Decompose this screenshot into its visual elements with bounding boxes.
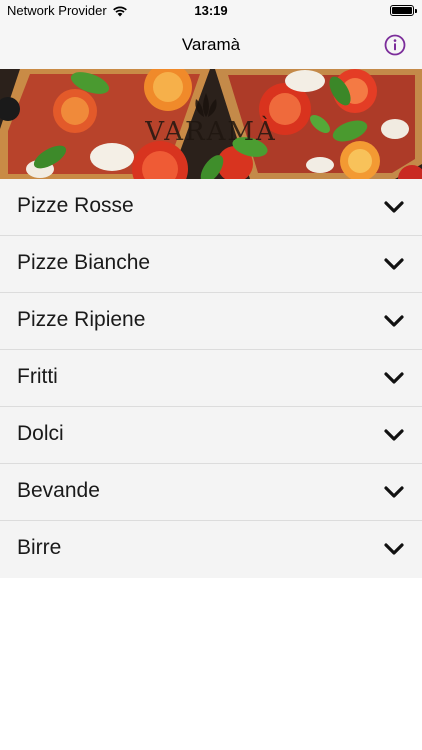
menu-category-list: Pizze Rosse Pizze Bianche Pizze Ripiene …: [0, 179, 422, 578]
menu-item-fritti[interactable]: Fritti: [0, 350, 422, 407]
menu-item-label: Pizze Bianche: [17, 251, 151, 274]
menu-item-dolci[interactable]: Dolci: [0, 407, 422, 464]
brand-logo: VARAMÀ: [0, 117, 422, 147]
battery-icon: [390, 5, 417, 16]
hero-banner: VARAMÀ: [0, 69, 422, 179]
chevron-down-icon[interactable]: [384, 428, 404, 442]
info-icon[interactable]: [384, 34, 406, 56]
chevron-down-icon[interactable]: [384, 485, 404, 499]
status-time: 13:19: [194, 3, 228, 18]
chevron-down-icon[interactable]: [384, 371, 404, 385]
menu-item-birre[interactable]: Birre: [0, 521, 422, 578]
menu-item-pizze-ripiene[interactable]: Pizze Ripiene: [0, 293, 422, 350]
menu-item-label: Bevande: [17, 479, 100, 502]
menu-item-label: Pizze Rosse: [17, 194, 134, 217]
menu-item-label: Dolci: [17, 422, 64, 445]
menu-item-pizze-bianche[interactable]: Pizze Bianche: [0, 236, 422, 293]
logo-wordmark: VARAMÀ: [145, 117, 277, 147]
navigation-bar: Varamà: [0, 22, 422, 69]
chevron-down-icon[interactable]: [384, 542, 404, 556]
menu-item-label: Birre: [17, 536, 62, 559]
menu-item-pizze-rosse[interactable]: Pizze Rosse: [0, 179, 422, 236]
chevron-down-icon[interactable]: [384, 314, 404, 328]
menu-item-label: Pizze Ripiene: [17, 308, 146, 331]
chevron-down-icon[interactable]: [384, 200, 404, 214]
menu-item-bevande[interactable]: Bevande: [0, 464, 422, 521]
menu-item-label: Fritti: [17, 365, 58, 388]
page-title: Varamà: [181, 35, 241, 54]
status-bar: Network Provider 13:19: [0, 0, 422, 22]
chevron-down-icon[interactable]: [384, 257, 404, 271]
